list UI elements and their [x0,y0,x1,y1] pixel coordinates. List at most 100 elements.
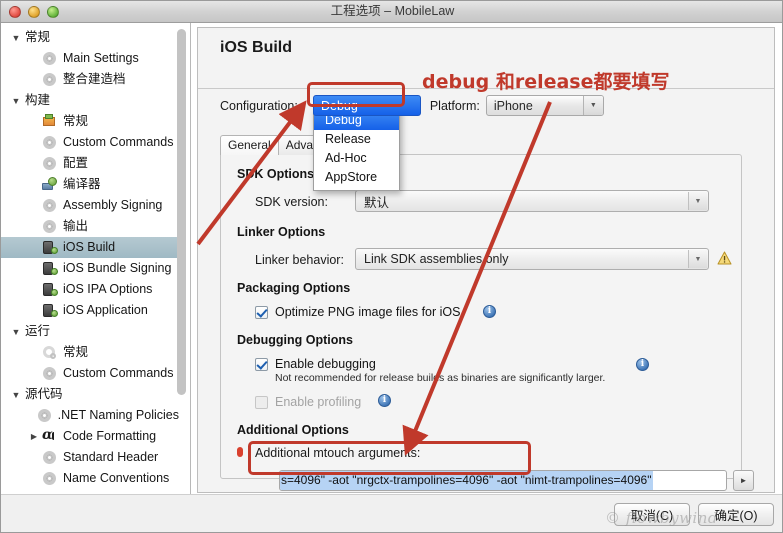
project-options-window: 工程选项 – MobileLaw ▼ 常规 Main Settings 整合建造档 ▼ 构… [0,0,783,533]
enable-debugging-sublabel: Not recommended for release builds as bi… [275,372,606,384]
sdk-options-heading: SDK Options [237,167,315,181]
gear-icon [41,471,58,486]
compiler-icon [41,177,58,192]
linker-behavior-dropdown[interactable]: Link SDK assemblies only ▼ [355,248,709,270]
disclosure-triangle-icon[interactable]: ▼ [7,327,25,337]
ios-device-icon [41,303,58,318]
sidebar-item-[interactable]: 输出 [1,216,179,237]
sidebar-item-label: 配置 [63,156,89,170]
linker-behavior-label: Linker behavior: [255,253,344,267]
sidebar-item-label: Custom Commands [63,135,174,149]
platform-dropdown[interactable]: iPhone ▼ [485,95,604,116]
sidebar-item-assembly-signing[interactable]: Assembly Signing [1,195,179,216]
optimize-png-row[interactable]: Optimize PNG image files for iOS [255,305,460,319]
build-icon [41,114,58,129]
menu-item-ad-hoc[interactable]: Ad-Hoc [314,149,399,168]
sidebar-group-label: 源代码 [25,387,63,401]
sidebar-item-[interactable]: 常规 [1,111,179,132]
disclosure-triangle-icon[interactable]: ▼ [7,390,25,400]
sidebar-item-[interactable]: 整合建造档 [1,69,179,90]
linker-options-heading: Linker Options [237,225,326,239]
gear-icon [41,450,58,465]
sidebar-item-label: iOS IPA Options [63,282,153,296]
sidebar-item-[interactable]: 编译器 [1,174,179,195]
enable-profiling-checkbox [255,396,268,409]
gear-icon [41,72,58,87]
sidebar-item-[interactable]: 常规 [1,342,179,363]
platform-label: Platform: [429,98,480,113]
sidebar-group-label: 运行 [25,324,51,338]
mtouch-arguments-label: Additional mtouch arguments: [255,446,421,460]
sidebar-item-label: Code Formatting [63,429,157,443]
enable-debugging-row[interactable]: Enable debugging Not recommended for rel… [255,357,605,385]
sidebar-item-[interactable]: ▼ 源代码 [1,384,179,405]
mtouch-arguments-value: s=4096" -aot "nrgctx-trampolines=4096" -… [280,471,653,490]
configuration-dropdown[interactable]: Debug [313,95,421,116]
menu-item-appstore[interactable]: AppStore [314,168,399,187]
info-icon[interactable]: i [378,394,391,407]
sidebar-item-label: Custom Commands [63,366,174,380]
sidebar-item-label: Name Conventions [63,471,170,485]
ios-device-icon [41,282,58,297]
sidebar-divider [190,23,191,532]
sdk-version-value: 默认 [364,195,390,210]
sidebar-item-[interactable]: ▼ 构建 [1,90,179,111]
sidebar-item-label: 常规 [63,114,89,128]
window-title: 工程选项 – MobileLaw [330,4,455,18]
sidebar-item-ios-application[interactable]: iOS Application [1,300,179,321]
sidebar-item-standard-header[interactable]: Standard Header [1,447,179,468]
enable-debugging-checkbox[interactable] [255,358,268,371]
sidebar-item-[interactable]: ▼ 常规 [1,27,179,48]
tab-general[interactable]: General [220,135,279,155]
info-icon[interactable]: i [636,358,649,371]
sdk-version-dropdown[interactable]: 默认 ▼ [355,190,709,212]
enable-profiling-row: Enable profiling [255,395,361,409]
optimize-png-checkbox[interactable] [255,306,268,319]
configuration-dropdown-menu[interactable]: Debug Release Ad-Hoc AppStore [313,108,400,191]
ok-button[interactable]: 确定(O) [698,503,774,526]
sidebar-item-label: iOS Build [63,240,116,254]
menu-item-release[interactable]: Release [314,130,399,149]
sidebar-item-[interactable]: ▼ 运行 [1,321,179,342]
sidebar-item-label: .NET Naming Policies [57,408,179,422]
sidebar-item-label: 编译器 [63,177,101,191]
general-tab-pane: SDK Options SDK version: 默认 ▼ Linker Opt… [220,154,754,491]
chevron-down-icon[interactable]: ▼ [688,192,707,210]
sidebar-item-ios-build[interactable]: iOS Build [1,237,179,258]
disclosure-triangle-icon[interactable]: ▼ [7,33,25,43]
mtouch-arguments-input[interactable]: s=4096" -aot "nrgctx-trampolines=4096" -… [279,470,727,491]
sidebar-item-ios-bundle-signing[interactable]: iOS Bundle Signing [1,258,179,279]
settings-sidebar[interactable]: ▼ 常规 Main Settings 整合建造档 ▼ 构建 常规 Custom Command… [1,23,191,532]
page-title: iOS Build [220,39,292,56]
settings-tree[interactable]: ▼ 常规 Main Settings 整合建造档 ▼ 构建 常规 Custom Command… [1,23,179,489]
sidebar-item-custom-commands[interactable]: Custom Commands [1,132,179,153]
gear-icon [41,198,58,213]
sidebar-scrollbar-thumb[interactable] [177,29,186,395]
debugging-options-heading: Debugging Options [237,333,353,347]
sidebar-item-[interactable]: 配置 [1,153,179,174]
chevron-down-icon[interactable]: ▼ [582,96,603,115]
gear-icon [41,219,58,234]
warning-triangle-icon [717,251,732,265]
sidebar-item-custom-commands[interactable]: Custom Commands [1,363,179,384]
sidebar-item-label: 输出 [63,219,89,233]
expand-arrow-icon[interactable]: ► [733,470,754,491]
sidebar-item-label: Standard Header [63,450,159,464]
cancel-button[interactable]: 取消(C) [614,503,690,526]
disclosure-triangle-icon[interactable]: ▶ [27,432,41,441]
linker-behavior-value: Link SDK assemblies only [364,252,509,266]
chevron-down-icon[interactable]: ▼ [688,250,707,268]
disclosure-triangle-icon[interactable]: ▼ [7,96,25,106]
sidebar-item-name-conventions[interactable]: Name Conventions [1,468,179,489]
sidebar-item-main-settings[interactable]: Main Settings [1,48,179,69]
required-indicator [237,447,243,457]
sidebar-group-label: 构建 [25,93,51,107]
sidebar-item-label: iOS Bundle Signing [63,261,172,275]
optimize-png-label: Optimize PNG image files for iOS [275,305,461,319]
sidebar-scrollbar[interactable] [177,27,186,497]
sidebar-item-net-naming-policies[interactable]: .NET Naming Policies [1,405,179,426]
sidebar-item-ios-ipa-options[interactable]: iOS IPA Options [1,279,179,300]
info-icon[interactable]: i [483,305,496,318]
configuration-value: Debug [321,98,358,113]
sidebar-item-code-formatting[interactable]: ▶ Code Formatting [1,426,179,447]
